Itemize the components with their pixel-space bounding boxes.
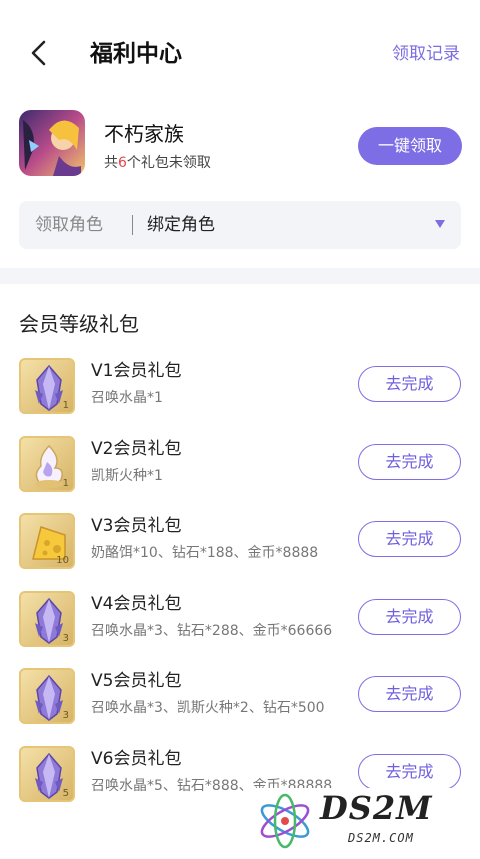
page-title: 福利中心 xyxy=(90,41,182,67)
role-select-dropdown[interactable]: 领取角色 绑定角色 xyxy=(19,201,461,249)
claim-all-button[interactable]: 一键领取 xyxy=(358,127,462,165)
package-row: 3 V4会员礼包召唤水晶*3、钻石*288、金币*66666 去完成 xyxy=(0,588,480,662)
package-name: V2会员礼包 xyxy=(91,439,182,459)
claim-records-link[interactable]: 领取记录 xyxy=(392,40,460,68)
crystal-icon: 3 xyxy=(19,591,75,647)
watermark-subtext: DS2M.COM xyxy=(348,831,414,845)
section-title: 会员等级礼包 xyxy=(19,312,139,336)
package-items: 召唤水晶*3、凯斯火种*2、钻石*500 xyxy=(91,700,325,716)
watermark-text: DS2M xyxy=(320,789,433,827)
package-items: 奶酪饵*10、钻石*188、金币*8888 xyxy=(91,545,319,561)
unclaimed-count: 6 xyxy=(118,155,127,171)
go-complete-button[interactable]: 去完成 xyxy=(358,521,461,557)
package-icon-qty: 3 xyxy=(62,710,69,721)
package-name: V3会员礼包 xyxy=(91,516,182,536)
caret-down-icon xyxy=(435,220,445,228)
package-row: 3 V5会员礼包召唤水晶*3、凯斯火种*2、钻石*500 去完成 xyxy=(0,665,480,739)
cheese-icon: 10 xyxy=(19,513,75,569)
watermark: DS2M DS2M.COM xyxy=(252,788,472,854)
package-name: V5会员礼包 xyxy=(91,671,182,691)
flame-seed-icon: 1 xyxy=(19,436,75,492)
go-complete-button[interactable]: 去完成 xyxy=(358,754,461,790)
crystal-icon: 1 xyxy=(19,358,75,414)
go-complete-button[interactable]: 去完成 xyxy=(358,599,461,635)
go-complete-button[interactable]: 去完成 xyxy=(358,676,461,712)
unclaimed-count-text: 共6个礼包未领取 xyxy=(104,155,211,171)
package-icon-qty: 5 xyxy=(62,788,69,799)
package-items: 凯斯火种*1 xyxy=(91,468,163,484)
section-divider xyxy=(0,268,480,284)
atom-logo-icon xyxy=(260,793,310,849)
go-complete-button[interactable]: 去完成 xyxy=(358,366,461,402)
package-name: V1会员礼包 xyxy=(91,361,182,381)
back-arrow-icon[interactable] xyxy=(26,38,52,68)
package-name: V6会员礼包 xyxy=(91,749,182,769)
crystal-icon: 3 xyxy=(19,668,75,724)
package-icon-qty: 10 xyxy=(56,555,69,566)
role-select-value: 绑定角色 xyxy=(147,215,215,235)
game-avatar xyxy=(19,110,85,176)
package-name: V4会员礼包 xyxy=(91,594,182,614)
package-row: 1 V1会员礼包召唤水晶*1 去完成 xyxy=(0,355,480,429)
package-items: 召唤水晶*1 xyxy=(91,390,163,406)
go-complete-button[interactable]: 去完成 xyxy=(358,444,461,480)
role-select-label: 领取角色 xyxy=(35,215,103,235)
package-icon-qty: 3 xyxy=(62,633,69,644)
package-row: 1 V2会员礼包凯斯火种*1 去完成 xyxy=(0,433,480,507)
header: 福利中心 领取记录 xyxy=(0,0,480,90)
game-card: 不朽家族 共6个礼包未领取 一键领取 领取角色 绑定角色 xyxy=(0,92,480,268)
package-icon-qty: 1 xyxy=(62,478,69,489)
crystal-icon: 5 xyxy=(19,746,75,802)
package-row: 10 V3会员礼包奶酪饵*10、钻石*188、金币*8888 去完成 xyxy=(0,510,480,584)
package-items: 召唤水晶*3、钻石*288、金币*66666 xyxy=(91,623,333,639)
game-name: 不朽家族 xyxy=(104,122,184,146)
package-icon-qty: 1 xyxy=(62,400,69,411)
role-separator xyxy=(132,215,133,235)
